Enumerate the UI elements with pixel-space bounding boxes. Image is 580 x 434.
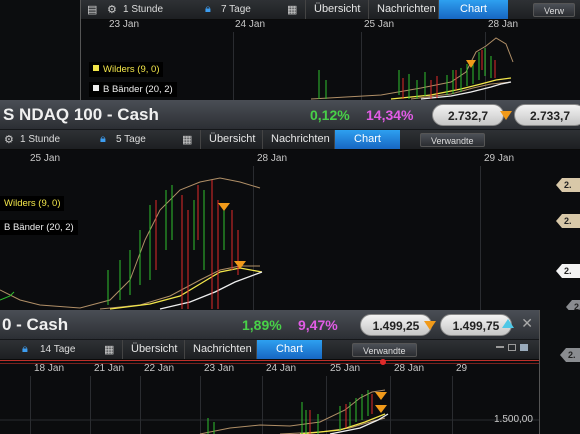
chart-window-bottom: 0 - Cash 1,89% 9,47% 1.499,25 1.499,75 ✕… <box>0 310 540 434</box>
price-chart-top[interactable] <box>81 0 580 100</box>
y-axis-label: 1.500,00 <box>494 414 533 425</box>
chart-window-nasdaq: S NDAQ 100 - Cash 0,12% 14,34% 2.732,7 2… <box>0 100 580 310</box>
price-chart-bottom[interactable] <box>0 310 540 434</box>
price-chart-nasdaq[interactable] <box>0 100 580 310</box>
price-tag: 2. <box>560 348 580 362</box>
chart-window-top: ▤ ⚙ 1 Stunde 🔒︎ 7 Tage ▦ Übersicht Nachr… <box>80 0 580 100</box>
